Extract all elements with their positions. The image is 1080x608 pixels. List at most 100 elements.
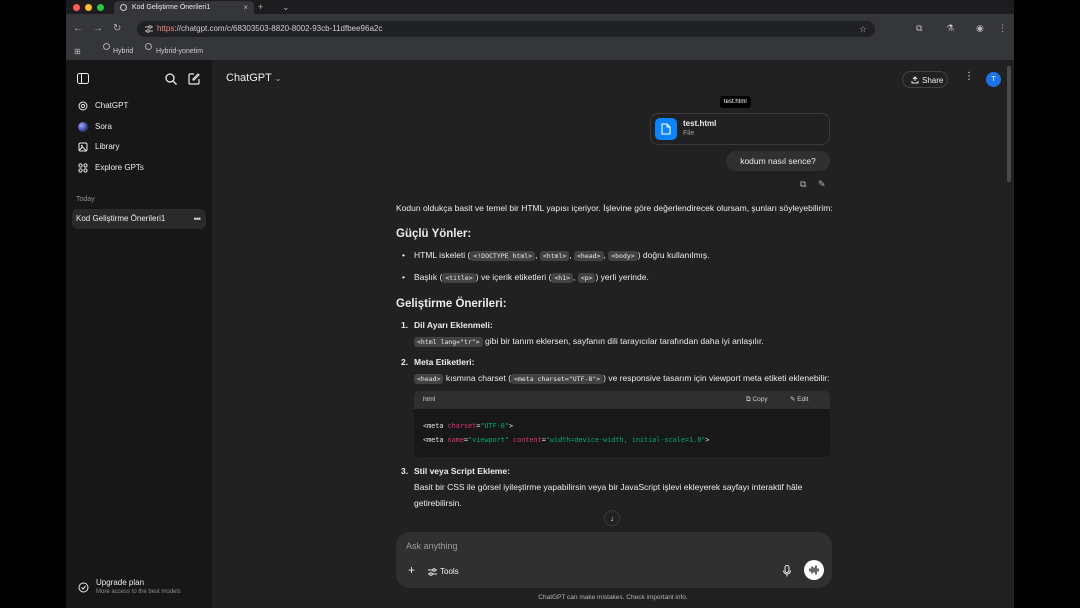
- model-selector[interactable]: ChatGPT ⌄: [226, 72, 281, 84]
- labs-flask-icon[interactable]: ⚗: [946, 14, 954, 43]
- item-title: Meta Etiketleri:: [414, 357, 475, 367]
- code-block: html ⧉ Copy ✎ Edit <meta charset="UTF-8"…: [414, 391, 830, 457]
- inline-code: <body>: [608, 251, 638, 261]
- list-item: 2. Meta Etiketleri: <head> kısmına chars…: [401, 357, 830, 384]
- sidebar: ChatGPT Sora Library Explore GPTs Today …: [66, 60, 212, 608]
- inline-code: <html lang="tr">: [414, 337, 483, 347]
- edit-icon[interactable]: ✎: [818, 179, 826, 190]
- maximize-window-button[interactable]: [97, 4, 104, 11]
- profile-icon[interactable]: ◉: [976, 14, 984, 43]
- text: HTML iskeleti (: [414, 250, 471, 260]
- chatgpt-favicon-icon: [120, 4, 127, 11]
- text: kısmına charset (: [443, 373, 512, 383]
- apps-grid-icon[interactable]: ⊞: [74, 43, 81, 60]
- list-item: HTML iskeleti (<!DOCTYPE html>, <html>, …: [396, 247, 836, 264]
- upgrade-plan-button[interactable]: Upgrade plan More access to the best mod…: [78, 578, 208, 600]
- inline-code: <head>: [414, 374, 444, 384]
- tab-search-button[interactable]: ⌄: [282, 0, 290, 14]
- list-item: 1. Dil Ayarı Eklenmeli: <html lang="tr">…: [401, 320, 764, 347]
- voice-mode-button[interactable]: [804, 560, 824, 580]
- list-item: 3. Stil veya Script Ekleme: Basit bir CS…: [401, 466, 803, 508]
- scroll-down-button[interactable]: ↓: [604, 510, 620, 526]
- new-tab-button[interactable]: +: [258, 0, 263, 14]
- answer-intro: Kodun oldukça basit ve temel bir HTML ya…: [396, 203, 833, 213]
- close-window-button[interactable]: [73, 4, 80, 11]
- history-item[interactable]: Kod Geliştirme Önerileri1 •••: [72, 209, 206, 229]
- bookmarks-bar: ⊞ Hybrid Hybrid-yonetim: [66, 43, 1014, 61]
- sidebar-item-label: Library: [95, 142, 120, 151]
- tools-icon: [428, 568, 437, 576]
- sidebar-item-label: ChatGPT: [95, 101, 129, 110]
- search-icon[interactable]: [165, 73, 177, 85]
- chatgpt-logo-icon: [78, 101, 88, 111]
- composer-input[interactable]: Ask anything: [406, 541, 458, 551]
- address-toolbar: ← → ↻ https://chatgpt.com/c/68303503-882…: [66, 14, 1014, 43]
- scrollbar[interactable]: [1007, 66, 1011, 182]
- forward-icon[interactable]: →: [93, 14, 103, 43]
- copy-icon[interactable]: ⧉: [800, 179, 806, 190]
- inline-code: <p>: [577, 273, 596, 283]
- text: Basit bir CSS ile görsel iyileştirme yap…: [414, 482, 803, 508]
- url-bar[interactable]: https://chatgpt.com/c/68303503-8820-8002…: [137, 21, 875, 37]
- sidebar-item-label: Sora: [95, 122, 112, 131]
- reload-icon[interactable]: ↻: [113, 14, 121, 43]
- microphone-icon[interactable]: [782, 565, 792, 577]
- inline-code: <head>: [574, 251, 604, 261]
- tab-close-icon[interactable]: ×: [243, 1, 248, 14]
- copy-code-button[interactable]: ⧉ Copy: [746, 391, 768, 409]
- browser-tab[interactable]: Kod Geliştirme Önerileri1 ×: [114, 1, 254, 14]
- text: ) ve içerik etiketleri (: [475, 272, 552, 282]
- file-attachment[interactable]: test.html File: [650, 113, 830, 145]
- file-name: test.html: [683, 119, 717, 128]
- bookmark-hybrid-yonetim[interactable]: Hybrid-yonetim: [156, 43, 203, 60]
- library-icon: [78, 142, 88, 152]
- improvements-heading: Geliştirme Önerileri:: [396, 298, 507, 310]
- sora-icon: [78, 122, 88, 132]
- new-chat-icon[interactable]: [188, 73, 200, 85]
- history-item-label: Kod Geliştirme Önerileri1: [76, 214, 166, 223]
- inline-code: <!DOCTYPE html>: [470, 251, 536, 261]
- sidebar-item-label: Explore GPTs: [95, 163, 144, 172]
- avatar[interactable]: T: [986, 72, 1001, 87]
- inline-code: <h1>: [551, 273, 573, 283]
- share-label: Share: [922, 76, 944, 85]
- back-icon[interactable]: ←: [73, 14, 83, 43]
- message-composer[interactable]: Ask anything + Tools: [396, 532, 832, 588]
- url-text: ://chatgpt.com/c/68303503-8820-8002-93cb…: [174, 24, 383, 33]
- history-section-label: Today: [76, 196, 95, 203]
- plus-icon[interactable]: +: [408, 563, 415, 577]
- edit-code-button[interactable]: ✎ Edit: [790, 391, 808, 409]
- file-icon: [655, 118, 677, 140]
- text: ) doğru kullanılmış.: [637, 250, 710, 260]
- more-options-icon[interactable]: ⋮: [964, 71, 974, 82]
- globe-icon: [103, 43, 110, 50]
- bookmark-hybrid[interactable]: Hybrid: [113, 43, 133, 60]
- globe-icon: [145, 43, 152, 50]
- share-icon: [911, 76, 919, 84]
- more-options-icon[interactable]: •••: [194, 209, 202, 229]
- text: ) yerli yerinde.: [595, 272, 649, 282]
- sidebar-toggle-icon[interactable]: [77, 73, 89, 84]
- inline-code: <title>: [442, 273, 476, 283]
- edit-label: Edit: [797, 396, 809, 403]
- inline-code: <html>: [539, 251, 570, 261]
- copy-label: Copy: [752, 396, 768, 403]
- upgrade-icon: [78, 582, 89, 593]
- site-settings-icon[interactable]: [145, 25, 153, 33]
- browser-menu-icon[interactable]: ⋮: [998, 14, 1007, 43]
- minimize-window-button[interactable]: [85, 4, 92, 11]
- list-item: Başlık (<title>) ve içerik etiketleri (<…: [396, 269, 836, 286]
- bookmark-star-icon[interactable]: ☆: [859, 21, 867, 37]
- chevron-down-icon: ⌄: [274, 74, 282, 83]
- strengths-heading: Güçlü Yönler:: [396, 228, 472, 240]
- upgrade-subtitle: More access to the best models: [96, 589, 181, 595]
- grid-icon: [78, 163, 88, 173]
- disclaimer: ChatGPT can make mistakes. Check importa…: [538, 594, 688, 601]
- text: Başlık (: [414, 272, 443, 282]
- share-button[interactable]: Share: [902, 71, 948, 88]
- extensions-icon[interactable]: ⧉: [916, 14, 922, 43]
- chat-main: ChatGPT ⌄ Share ⋮ T test.html test.html …: [212, 60, 1014, 608]
- assistant-message: Kodun oldukça basit ve temel bir HTML ya…: [396, 200, 836, 536]
- upgrade-title: Upgrade plan: [96, 578, 145, 587]
- tools-label: Tools: [440, 567, 459, 576]
